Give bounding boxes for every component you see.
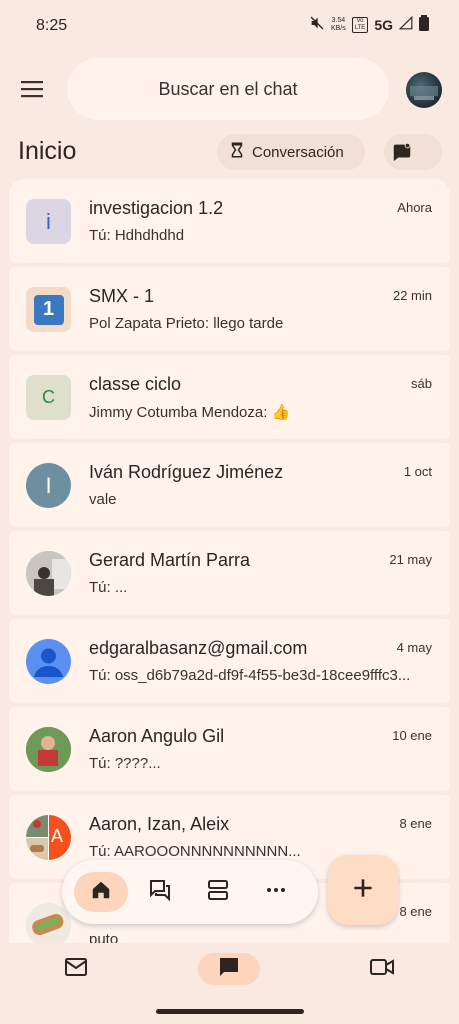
chat-name: SMX - 1 bbox=[89, 286, 155, 306]
chat-name: classe ciclo bbox=[89, 374, 182, 394]
mentions-toggle[interactable] bbox=[384, 134, 442, 170]
chat-name: Aaron, Izan, Aleix bbox=[89, 814, 230, 834]
keycap-one-icon: 1 bbox=[33, 294, 64, 325]
more-horiz-icon bbox=[264, 878, 288, 907]
space-avatar: 1 bbox=[26, 287, 71, 332]
page-title: Inicio bbox=[18, 137, 77, 165]
account-avatar[interactable] bbox=[406, 72, 442, 108]
conversation-chip-label: Conversación bbox=[252, 143, 344, 161]
mention-chat-icon bbox=[391, 141, 413, 163]
conversation-filter-chip[interactable]: Conversación bbox=[217, 134, 365, 170]
chat-preview: Pol Zapata Prieto: llego tarde bbox=[89, 315, 284, 332]
chat-name: edgaralbasanz@gmail.com bbox=[89, 638, 308, 658]
menu-button[interactable] bbox=[17, 76, 47, 106]
chat-preview: Tú: oss_d6b79a2d-df9f-4f55-be3d-18cee9ff… bbox=[89, 667, 411, 684]
battery-icon bbox=[419, 15, 429, 34]
plus-icon bbox=[350, 875, 376, 906]
mail-icon bbox=[64, 957, 88, 982]
status-icons: 3.54 KB/s Vo LTE 5G bbox=[309, 15, 429, 34]
chat-time: 10 ene bbox=[392, 728, 432, 743]
chat-preview: puto bbox=[89, 931, 119, 943]
chat-time: 22 min bbox=[392, 288, 432, 303]
bottom-toolbar bbox=[62, 860, 318, 924]
list-item[interactable]: I Iván Rodríguez Jiménez vale 1 oct bbox=[9, 443, 450, 527]
nav-chat[interactable] bbox=[198, 953, 260, 985]
space-avatar: i bbox=[26, 199, 71, 244]
chat-time: 8 ene bbox=[399, 816, 432, 831]
chat-name: Aaron Angulo Gil bbox=[89, 726, 225, 746]
chat-preview: Tú: ????... bbox=[89, 755, 161, 772]
user-avatar bbox=[26, 903, 71, 943]
chat-icon bbox=[217, 955, 241, 984]
list-item[interactable]: 1 SMX - 1 Pol Zapata Prieto: llego tarde… bbox=[9, 267, 450, 351]
spaces-button[interactable] bbox=[198, 872, 238, 912]
top-bar: Buscar en el chat bbox=[0, 58, 459, 122]
chat-name: Gerard Martín Parra bbox=[89, 550, 251, 570]
group-avatar: A bbox=[26, 815, 71, 860]
heading-row: Inicio Conversación bbox=[0, 132, 459, 172]
bottom-navigation bbox=[0, 943, 459, 1024]
chat-list: i investigacion 1.2 Tú: Hdhdhdhd Ahora 1… bbox=[9, 179, 450, 943]
list-item[interactable]: i investigacion 1.2 Tú: Hdhdhdhd Ahora bbox=[9, 179, 450, 263]
menu-icon bbox=[21, 80, 43, 103]
chat-preview: Tú: ... bbox=[89, 579, 128, 596]
user-avatar: I bbox=[26, 463, 71, 508]
chat-time: 1 oct bbox=[403, 464, 432, 479]
mute-icon bbox=[309, 15, 325, 34]
hourglass-icon bbox=[228, 141, 246, 163]
chat-time: Ahora bbox=[397, 200, 432, 215]
signal-icon bbox=[398, 15, 413, 33]
forum-icon bbox=[148, 878, 172, 907]
more-button[interactable] bbox=[256, 872, 296, 912]
list-item[interactable]: edgaralbasanz@gmail.com Tú: oss_d6b79a2d… bbox=[9, 619, 450, 703]
list-item[interactable]: C classe ciclo Jimmy Cotumba Mendoza: 👍 … bbox=[9, 355, 450, 439]
network-type: 5G bbox=[374, 16, 393, 33]
view-agenda-icon bbox=[206, 878, 230, 907]
video-icon bbox=[369, 957, 395, 982]
volte-badge: Vo LTE bbox=[351, 16, 369, 33]
gesture-handle[interactable] bbox=[156, 1009, 304, 1014]
chat-time: 4 may bbox=[396, 640, 432, 655]
default-person-avatar bbox=[26, 639, 71, 684]
list-item[interactable]: Gerard Martín Parra Tú: ... 21 may bbox=[9, 531, 450, 615]
nav-mail[interactable] bbox=[58, 953, 94, 985]
user-avatar bbox=[26, 551, 71, 596]
status-time: 8:25 bbox=[36, 17, 68, 34]
chat-time: 8 ene bbox=[399, 904, 432, 919]
chat-preview: Tú: Hdhdhdhd bbox=[89, 227, 185, 244]
chat-time: sáb bbox=[411, 376, 432, 391]
chat-preview: vale bbox=[89, 491, 117, 508]
network-speed: 3.54 KB/s bbox=[330, 16, 346, 32]
user-avatar bbox=[26, 727, 71, 772]
status-bar: 8:25 3.54 KB/s Vo LTE 5G bbox=[0, 0, 459, 52]
nav-meet[interactable] bbox=[364, 953, 400, 985]
space-avatar: C bbox=[26, 375, 71, 420]
chat-name: Iván Rodríguez Jiménez bbox=[89, 462, 284, 482]
chat-preview: Jimmy Cotumba Mendoza: 👍 bbox=[89, 404, 291, 421]
home-button[interactable] bbox=[74, 872, 128, 912]
list-item[interactable]: Aaron Angulo Gil Tú: ????... 10 ene bbox=[9, 707, 450, 791]
home-icon bbox=[90, 879, 112, 906]
chat-name: investigacion 1.2 bbox=[89, 198, 224, 218]
chat-time: 21 may bbox=[389, 552, 432, 567]
search-input[interactable]: Buscar en el chat bbox=[67, 58, 389, 120]
new-chat-button[interactable] bbox=[328, 855, 398, 925]
chats-button[interactable] bbox=[140, 872, 180, 912]
